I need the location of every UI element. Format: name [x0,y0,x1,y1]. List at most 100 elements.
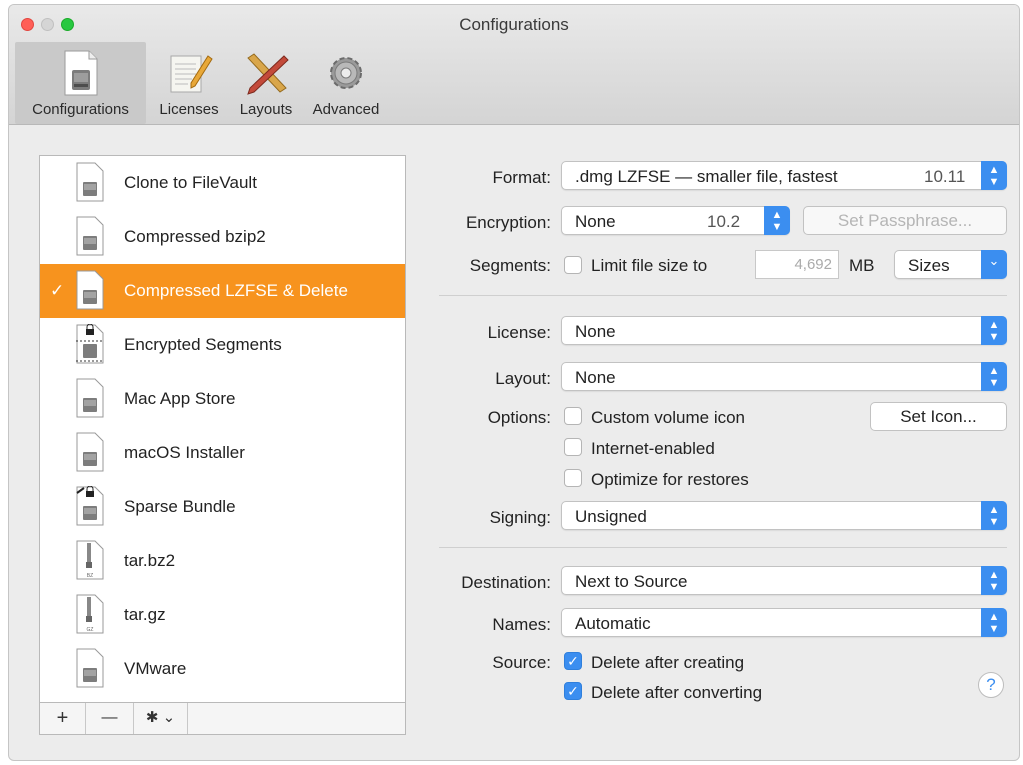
list-item[interactable]: Clone to FileVault [40,156,405,210]
chevron-down-icon: ⌄ [981,250,1007,279]
layout-popup[interactable]: None ▲ ▼ [561,362,1007,391]
encryption-popup[interactable]: None 10.2 ▲ ▼ [561,206,790,235]
license-label: License: [487,323,551,342]
license-popup[interactable]: None ▲ ▼ [561,316,1007,345]
options-label: Options: [487,408,551,427]
list-item-label: Compressed bzip2 [124,227,266,246]
tab-licenses-label: Licenses [159,101,219,118]
encryption-version: 10.2 [707,212,741,231]
layout-label: Layout: [495,369,551,388]
format-label: Format: [492,168,551,187]
tab-licenses[interactable]: Licenses [150,42,228,124]
list-item-label: tar.gz [124,605,166,624]
list-item[interactable]: Sparse Bundle [40,480,405,534]
separator [439,547,1007,548]
signing-popup[interactable]: Unsigned ▲ ▼ [561,501,1007,530]
tab-configurations[interactable]: Configurations [15,42,146,124]
add-button[interactable]: + [40,703,86,734]
source-label: Source: [492,653,551,672]
format-popup[interactable]: .dmg LZFSE — smaller file, fastest 10.11… [561,161,1007,190]
disk-image-icon [76,216,104,256]
gear-icon [330,57,362,89]
destination-popup[interactable]: Next to Source ▲ ▼ [561,566,1007,595]
list-item[interactable]: VMware [40,642,405,696]
optimize-restores-label: Optimize for restores [591,470,749,489]
internet-enabled-checkbox[interactable] [564,438,582,456]
remove-button[interactable]: — [86,703,134,734]
action-menu-button[interactable]: ✱ ⌄ [134,703,188,734]
list-item-label: Clone to FileVault [124,173,257,192]
names-popup[interactable]: Automatic ▲ ▼ [561,608,1007,637]
segments-label: Segments: [469,256,551,275]
zip-archive-icon: GZ [76,594,104,634]
disk-image-icon [76,162,104,202]
delete-after-converting-checkbox[interactable]: ✓ [564,682,582,700]
popup-arrows-icon: ▲ ▼ [981,161,1007,190]
unit-label: MB [849,256,875,275]
sparse-bundle-icon [76,486,104,526]
zip-archive-icon: BZ [76,540,104,580]
tab-configurations-label: Configurations [32,101,129,118]
tab-layouts-label: Layouts [239,101,293,118]
internet-enabled-label: Internet-enabled [591,439,715,458]
list-item-label: macOS Installer [124,443,245,462]
signing-value: Unsigned [575,507,647,526]
separator [439,295,1007,296]
popup-arrows-icon: ▲ ▼ [981,316,1007,345]
list-footer-bar: + — ✱ ⌄ [39,702,406,735]
destination-label: Destination: [461,573,551,592]
disk-image-icon [76,270,104,310]
window-title: Configurations [459,15,569,34]
list-item-label: VMware [124,659,187,678]
encrypted-disk-image-icon [76,324,104,364]
optimize-restores-checkbox[interactable] [564,469,582,487]
delete-after-converting-label: Delete after converting [591,683,763,702]
tab-advanced-label: Advanced [312,101,380,118]
list-item[interactable]: GZ tar.gz [40,588,405,642]
tab-layouts[interactable]: Layouts [231,42,301,124]
names-value: Automatic [575,614,651,633]
format-value: .dmg LZFSE — smaller file, fastest [575,167,838,186]
notepad-pencil-icon [170,55,213,93]
delete-after-creating-label: Delete after creating [591,653,745,672]
list-item[interactable]: Encrypted Segments [40,318,405,372]
disk-image-icon [76,378,104,418]
help-button[interactable]: ? [978,672,1004,698]
limit-file-size-checkbox[interactable] [564,256,582,274]
set-passphrase-button[interactable]: Set Passphrase... [803,206,1007,235]
svg-text:GZ: GZ [87,627,94,633]
destination-value: Next to Source [575,572,688,591]
list-item[interactable]: macOS Installer [40,426,405,480]
list-item-label: tar.bz2 [124,551,176,570]
list-item[interactable]: Mac App Store [40,372,405,426]
popup-arrows-icon: ▲ ▼ [981,501,1007,530]
limit-file-size-label: Limit file size to [591,256,708,275]
tab-advanced[interactable]: Advanced [304,42,388,124]
delete-after-creating-checkbox[interactable]: ✓ [564,652,582,670]
toolbar-area: Configurations Configurations Licenses L… [9,5,1019,125]
disk-image-icon [76,648,104,688]
file-size-field[interactable]: 4,692 [755,250,839,279]
list-item-selected[interactable]: ✓ Compressed LZFSE & Delete [40,264,405,318]
sizes-value: Sizes [908,256,950,275]
configurations-list[interactable]: Clone to FileVault Compressed bzip2 ✓ Co… [39,155,406,735]
list-item[interactable]: Compressed bzip2 [40,210,405,264]
list-item-label: Mac App Store [124,389,236,408]
layout-value: None [575,368,616,387]
format-version: 10.11 [924,167,966,186]
popup-arrows-icon: ▲ ▼ [764,206,790,235]
list-item[interactable]: BZ tar.bz2 [40,534,405,588]
custom-volume-icon-checkbox[interactable] [564,407,582,425]
sizes-popup[interactable]: Sizes ⌄ [894,250,1007,279]
popup-arrows-icon: ▲ ▼ [981,566,1007,595]
disk-document-icon [64,50,97,96]
list-item-label: Sparse Bundle [124,497,236,516]
popup-arrows-icon: ▲ ▼ [981,362,1007,391]
list-item-label: Compressed LZFSE & Delete [124,281,348,300]
custom-volume-icon-label: Custom volume icon [591,408,746,427]
checkmark-icon: ✓ [50,281,65,300]
list-item-label: Encrypted Segments [124,335,282,354]
encryption-label: Encryption: [465,213,551,232]
set-icon-button[interactable]: Set Icon... [870,402,1007,431]
license-value: None [575,322,616,341]
